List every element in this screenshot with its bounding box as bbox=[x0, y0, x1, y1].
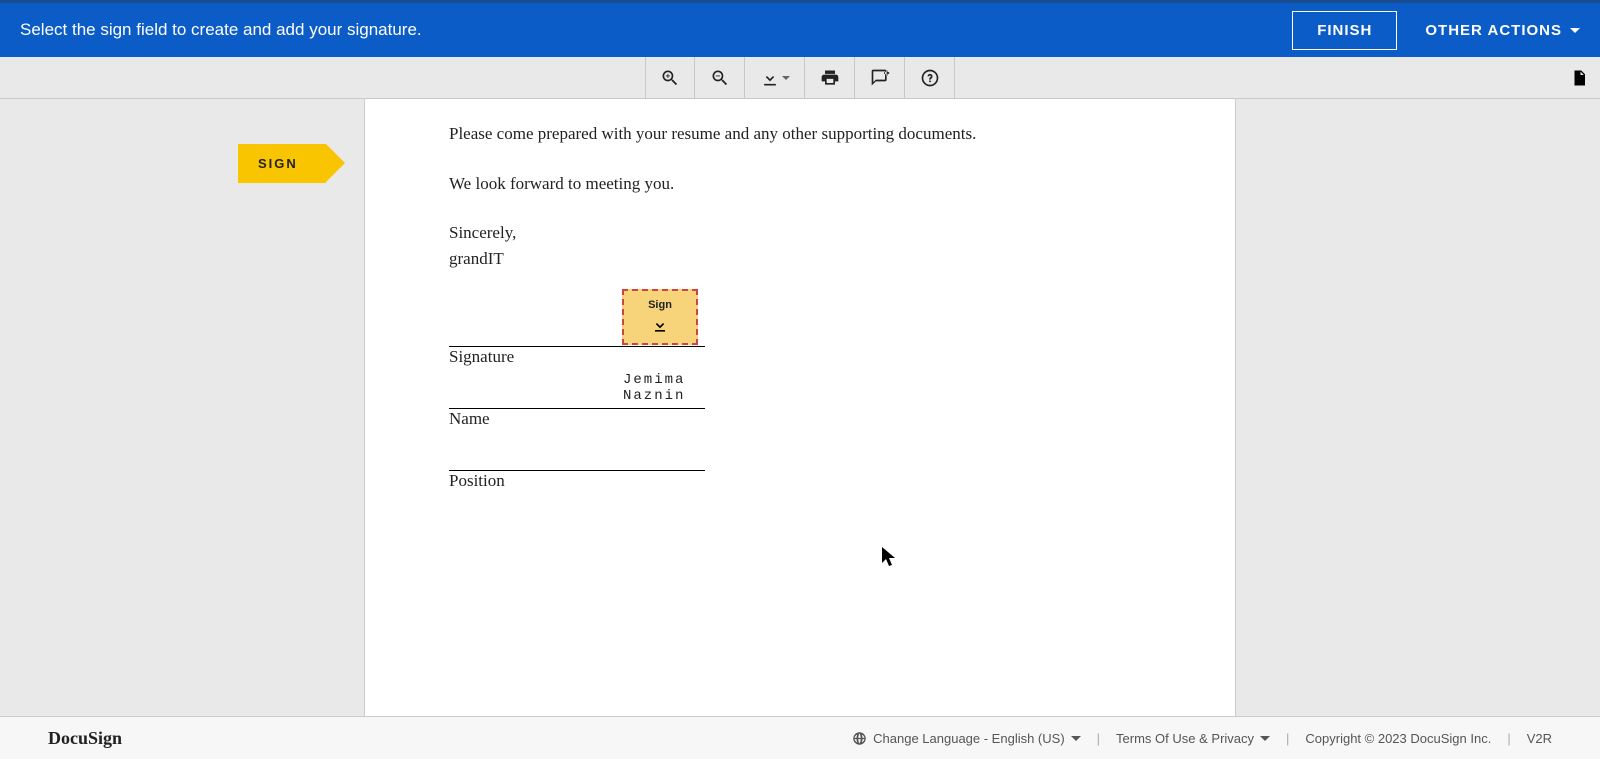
print-button[interactable] bbox=[805, 57, 855, 98]
footer: DocuSign Change Language - English (US) … bbox=[0, 716, 1600, 759]
finish-button[interactable]: FINISH bbox=[1292, 11, 1397, 50]
change-language-button[interactable]: Change Language - English (US) bbox=[852, 731, 1081, 746]
comment-button[interactable] bbox=[855, 57, 905, 98]
zoom-in-icon bbox=[660, 68, 680, 88]
brand-logo: DocuSign bbox=[48, 728, 122, 749]
signature-block: Sign Signature Jemima Naznin Name Positi… bbox=[449, 293, 1151, 491]
sign-here-label: Sign bbox=[648, 299, 672, 311]
help-button[interactable] bbox=[905, 57, 955, 98]
document-toolbar bbox=[0, 57, 1600, 99]
position-field-row: Position bbox=[449, 433, 1151, 491]
chevron-down-icon bbox=[1260, 736, 1270, 741]
position-line bbox=[449, 433, 705, 471]
separator: | bbox=[1507, 731, 1510, 746]
document-viewport[interactable]: SIGN Please come prepared with your resu… bbox=[0, 99, 1600, 716]
zoom-out-button[interactable] bbox=[695, 57, 745, 98]
zoom-in-button[interactable] bbox=[645, 57, 695, 98]
sign-navigation-tag[interactable]: SIGN bbox=[238, 144, 326, 183]
doc-line-2: We look forward to meeting you. bbox=[449, 171, 1151, 197]
banner-actions: FINISH OTHER ACTIONS bbox=[1292, 11, 1580, 50]
print-icon bbox=[820, 68, 840, 88]
chevron-down-icon bbox=[782, 76, 790, 80]
terms-label: Terms Of Use & Privacy bbox=[1116, 731, 1254, 746]
signature-line: Sign bbox=[449, 293, 705, 347]
version-text: V2R bbox=[1527, 731, 1552, 746]
other-actions-label: OTHER ACTIONS bbox=[1425, 22, 1562, 39]
footer-links: Change Language - English (US) | Terms O… bbox=[852, 731, 1552, 746]
zoom-out-icon bbox=[710, 68, 730, 88]
chevron-down-icon bbox=[1071, 736, 1081, 741]
document-page: Please come prepared with your resume an… bbox=[364, 99, 1236, 716]
download-button[interactable] bbox=[745, 57, 805, 98]
name-field-value: Jemima Naznin bbox=[623, 372, 705, 404]
separator: | bbox=[1097, 731, 1100, 746]
separator: | bbox=[1286, 731, 1289, 746]
signature-label: Signature bbox=[449, 347, 1151, 367]
help-icon bbox=[920, 68, 940, 88]
instruction-banner: Select the sign field to create and add … bbox=[0, 0, 1600, 57]
copyright-text: Copyright © 2023 DocuSign Inc. bbox=[1305, 731, 1491, 746]
signature-field-row: Sign Signature bbox=[449, 293, 1151, 367]
lang-label: Change Language - English (US) bbox=[873, 731, 1065, 746]
sign-arrow-down-icon bbox=[650, 315, 670, 335]
sign-tag-label: SIGN bbox=[258, 156, 298, 171]
toolbar-group bbox=[645, 57, 955, 98]
page-thumbnails-icon bbox=[1570, 69, 1588, 87]
document-body: Please come prepared with your resume an… bbox=[449, 121, 1151, 271]
doc-company: grandIT bbox=[449, 246, 1151, 272]
comment-add-icon bbox=[870, 68, 890, 88]
sign-here-field[interactable]: Sign bbox=[622, 289, 698, 345]
name-label: Name bbox=[449, 409, 1151, 429]
instruction-text: Select the sign field to create and add … bbox=[20, 20, 422, 40]
doc-line-1: Please come prepared with your resume an… bbox=[449, 121, 1151, 147]
doc-closing: Sincerely, bbox=[449, 220, 1151, 246]
other-actions-button[interactable]: OTHER ACTIONS bbox=[1425, 22, 1580, 39]
name-field-row: Jemima Naznin Name bbox=[449, 371, 1151, 429]
chevron-down-icon bbox=[1570, 28, 1580, 33]
name-line: Jemima Naznin bbox=[449, 371, 705, 409]
globe-icon bbox=[852, 731, 867, 746]
download-icon bbox=[760, 68, 780, 88]
position-label: Position bbox=[449, 471, 1151, 491]
thumbnails-toggle[interactable] bbox=[1570, 57, 1588, 98]
terms-privacy-button[interactable]: Terms Of Use & Privacy bbox=[1116, 731, 1270, 746]
